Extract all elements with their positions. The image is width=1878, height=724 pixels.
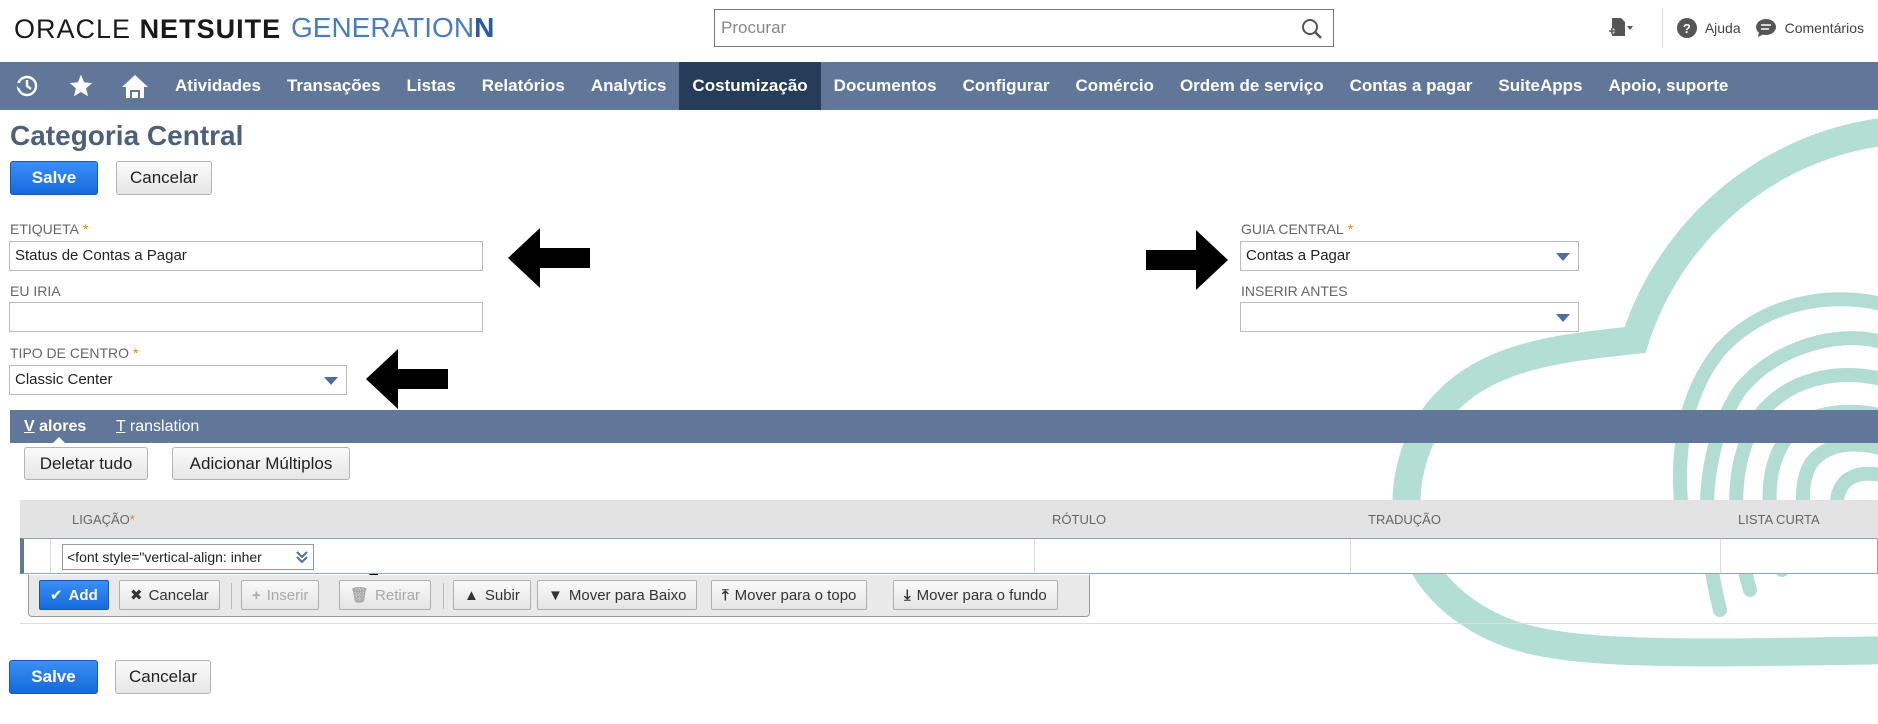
move-bottom-icon: ⤓: [904, 586, 911, 604]
column-divider: [1034, 539, 1035, 573]
table-row-edit[interactable]: <font style="vertical-align: inher: [20, 538, 1878, 574]
trash-icon: 🗑: [350, 587, 370, 604]
column-ligacao: LIGAÇÃO*: [72, 512, 135, 527]
nav-documentos[interactable]: Documentos: [821, 62, 950, 110]
tipo-centro-label: TIPO DE CENTRO *: [10, 345, 139, 361]
grid-header: LIGAÇÃO* RÓTULO TRADUÇÃO LISTA CURTA: [20, 500, 1878, 538]
remove-line-button: 🗑 Retirar: [339, 580, 432, 610]
inserir-antes-select[interactable]: [1240, 302, 1579, 332]
generationn-logo: GENERATIONN: [291, 12, 495, 43]
etiqueta-label: ETIQUETA *: [10, 221, 89, 237]
insert-line-button: + Inserir: [241, 580, 320, 610]
nav-suiteapps[interactable]: SuiteApps: [1485, 62, 1595, 110]
cancel-button-bottom[interactable]: Cancelar: [115, 660, 211, 694]
double-chevron-down-icon[interactable]: [295, 550, 309, 564]
new-document-icon: [1608, 18, 1633, 36]
top-header: ORACLE NETSUITE GENERATIONN ? Ajuda: [0, 0, 1878, 62]
comments-link[interactable]: Comentários: [1755, 18, 1864, 38]
nav-comercio[interactable]: Comércio: [1063, 62, 1167, 110]
close-icon: ✖: [130, 587, 143, 604]
column-divider: [1720, 539, 1721, 573]
etiqueta-input[interactable]: Status de Contas a Pagar: [9, 241, 483, 271]
history-icon: [15, 75, 38, 97]
nav-apoio-suporte[interactable]: Apoio, suporte: [1595, 62, 1741, 110]
nav-relatorios[interactable]: Relatórios: [469, 62, 578, 110]
tipo-centro-value: Classic Center: [15, 371, 113, 388]
dropdown-arrow-icon: [324, 377, 338, 385]
cloud-fingerprint-watermark: [1392, 118, 1878, 667]
guia-central-value: Contas a Pagar: [1246, 247, 1351, 264]
dropdown-arrow-icon: [1556, 253, 1570, 261]
column-traducao: TRADUÇÃO: [1368, 512, 1441, 527]
tab-translation[interactable]: T ranslation: [116, 410, 199, 443]
button-divider: [231, 583, 232, 609]
tipo-centro-select[interactable]: Classic Center: [9, 365, 347, 395]
star-icon: [69, 74, 93, 97]
euiria-label: EU IRIA: [10, 283, 61, 299]
help-icon: ?: [1676, 18, 1697, 38]
check-icon: ✔: [50, 587, 63, 604]
move-down-button[interactable]: ▼ Mover para Baixo: [537, 580, 698, 610]
nav-configurar[interactable]: Configurar: [950, 62, 1063, 110]
comment-icon: [1755, 19, 1776, 37]
main-navigation: Atividades Transações Listas Relatórios …: [0, 62, 1878, 110]
move-up-button[interactable]: ▲ Subir: [453, 580, 531, 610]
home-button[interactable]: [108, 62, 162, 110]
move-to-top-button[interactable]: ⤒ Mover para o topo: [711, 580, 868, 610]
guia-central-select[interactable]: Contas a Pagar: [1240, 241, 1579, 271]
grid-bottom-divider: [20, 623, 1878, 624]
help-label: Ajuda: [1704, 20, 1741, 36]
nav-listas[interactable]: Listas: [394, 62, 469, 110]
header-divider: [1661, 8, 1663, 48]
annotation-arrow-right-icon: [1146, 230, 1228, 290]
add-multiple-button[interactable]: Adicionar Múltiplos: [172, 447, 350, 480]
new-record-menu[interactable]: [1608, 16, 1634, 40]
oracle-netsuite-logo[interactable]: ORACLE NETSUITE: [14, 14, 281, 45]
nav-atividades[interactable]: Atividades: [162, 62, 274, 110]
global-search: [714, 9, 1334, 47]
euiria-input[interactable]: [9, 302, 483, 332]
grid-button-bar: ✔ Add ✖ Cancelar + Inserir 🗑 Retirar ▲ Subir …: [28, 575, 1090, 617]
move-top-icon: ⤒: [722, 586, 729, 604]
subtab-bar: V alores T ranslation: [10, 410, 1878, 444]
column-rotulo: RÓTULO: [1052, 512, 1107, 527]
ligacao-value: <font style="vertical-align: inher: [67, 549, 262, 565]
nav-analytics[interactable]: Analytics: [578, 62, 680, 110]
cancel-button-top[interactable]: Cancelar: [116, 161, 212, 195]
arrow-down-icon: ▼: [548, 586, 563, 604]
favorites-button[interactable]: [54, 62, 108, 110]
nav-contas-a-pagar[interactable]: Contas a pagar: [1337, 62, 1486, 110]
column-divider: [50, 539, 51, 573]
search-icon[interactable]: [1301, 18, 1323, 40]
arrow-up-icon: ▲: [464, 586, 479, 604]
add-line-button[interactable]: ✔ Add: [39, 580, 109, 610]
button-divider: [443, 583, 444, 609]
ligacao-input[interactable]: <font style="vertical-align: inher: [62, 544, 314, 570]
help-link[interactable]: ? Ajuda: [1676, 18, 1741, 38]
move-to-bottom-button[interactable]: ⤓ Mover para o fundo: [893, 580, 1058, 610]
dropdown-arrow-icon: [1556, 314, 1570, 322]
page-title: Categoria Central: [10, 120, 244, 151]
guia-central-label: GUIA CENTRAL *: [1241, 221, 1354, 237]
annotation-arrow-left-icon: [508, 228, 590, 288]
search-input[interactable]: [715, 10, 1285, 46]
annotation-arrow-left-icon: [366, 349, 448, 409]
comments-label: Comentários: [1784, 20, 1864, 36]
column-divider: [1350, 539, 1351, 573]
delete-all-button[interactable]: Deletar tudo: [24, 447, 148, 480]
home-icon: [122, 75, 148, 98]
header-tools: ? Ajuda Comentários: [1608, 8, 1878, 48]
column-lista-curta: LISTA CURTA: [1738, 512, 1820, 527]
nav-transacoes[interactable]: Transações: [274, 62, 394, 110]
plus-icon: +: [252, 586, 261, 604]
recent-records-button[interactable]: [0, 62, 54, 110]
save-button-bottom[interactable]: Salve: [9, 660, 98, 694]
inserir-antes-label: INSERIR ANTES: [1241, 283, 1348, 299]
nav-costumizacao[interactable]: Costumização: [679, 62, 821, 110]
nav-ordem-de-servico[interactable]: Ordem de serviço: [1167, 62, 1337, 110]
active-tab-caret: [52, 437, 66, 444]
cancel-line-button[interactable]: ✖ Cancelar: [119, 580, 220, 610]
save-button-top[interactable]: Salve: [10, 161, 98, 195]
